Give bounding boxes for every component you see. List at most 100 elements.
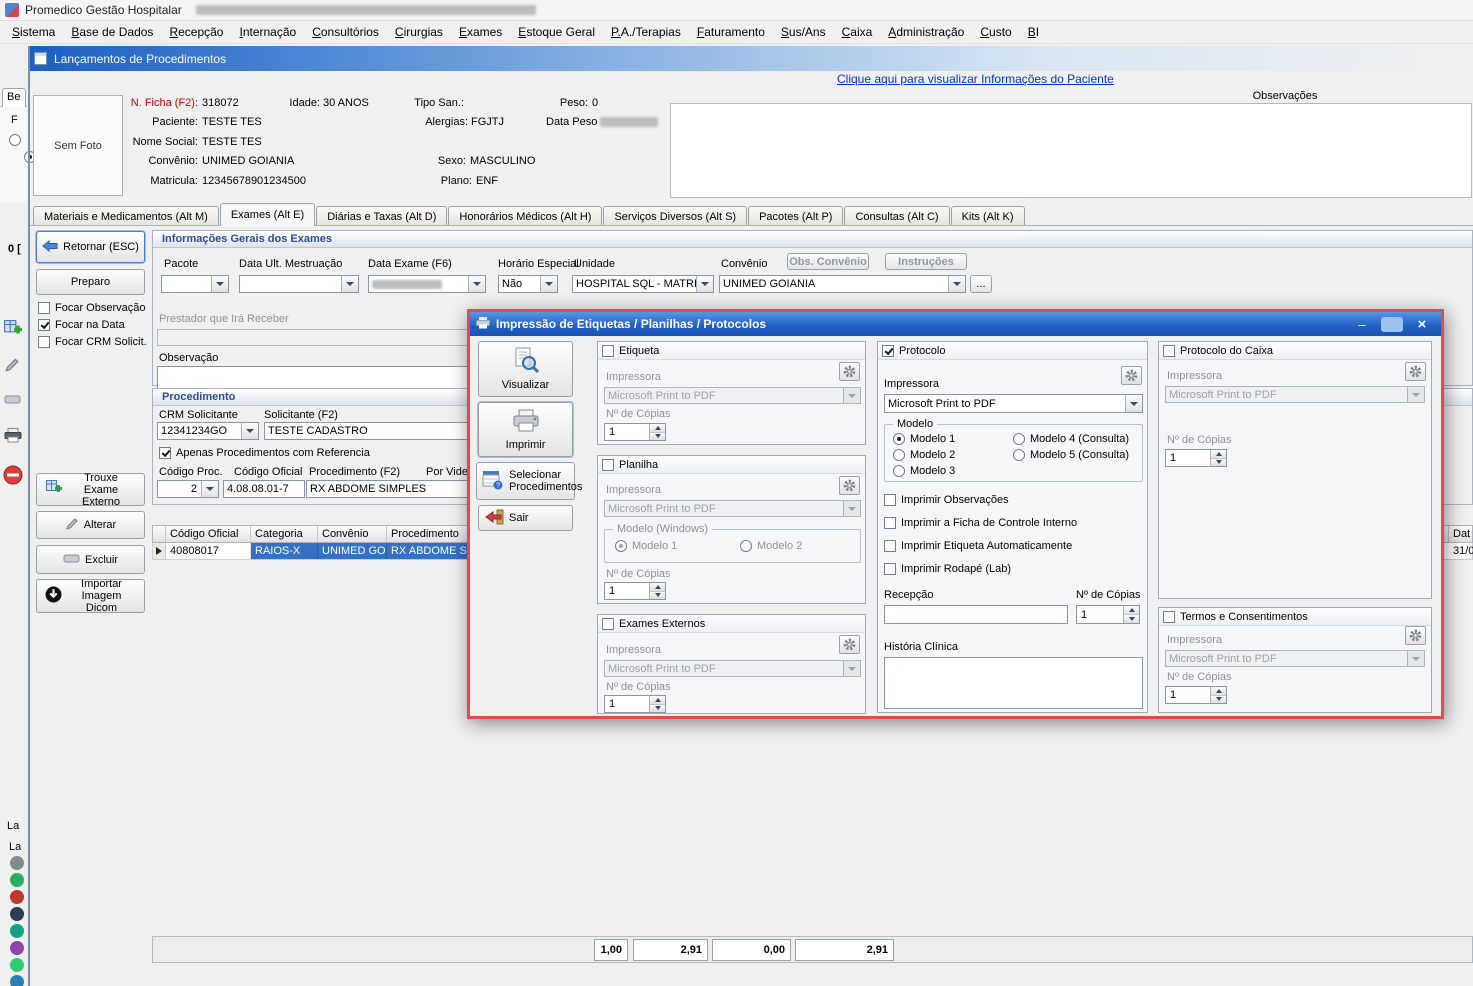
menu-item-caixa[interactable]: Caixa [834,21,881,43]
minimize-icon[interactable]: – [1349,315,1375,333]
codigo-proc-combo[interactable]: 2 [157,480,219,498]
termos-copies-spinner[interactable]: 1 [1165,686,1227,704]
termos-checkbox[interactable] [1163,611,1175,623]
close-icon[interactable]: × [1409,315,1435,333]
pencil-icon[interactable] [4,357,24,377]
planilha-modelo-1-radio[interactable]: Modelo 1 [615,540,677,552]
menu-item-consultorios[interactable]: Consultórios [304,21,387,43]
protocolo-caixa-checkbox[interactable] [1163,345,1175,357]
exames-externos-printer-combo[interactable]: Microsoft Print to PDF [604,660,861,677]
excluir-button[interactable]: Excluir [36,545,145,574]
data-exame-combo[interactable] [368,275,486,293]
protocolo-modelo-3-radio[interactable]: Modelo 3 [893,465,955,477]
tab-exames[interactable]: Exames (Alt E) [220,203,315,226]
recepcao-input[interactable] [884,605,1068,624]
protocolo-checkbox[interactable] [882,345,894,357]
planilha-copies-spinner[interactable]: 1 [604,582,666,600]
protocolo-copies-spinner[interactable]: 1 [1076,605,1140,624]
grid-header-convenio[interactable]: Convênio [318,526,387,542]
trouxe-exame-button[interactable]: Trouxe Exame Externo [36,473,145,506]
convenio-combo[interactable]: UNIMED GOIANIA [719,275,966,293]
grid-header-categoria[interactable]: Categoria [251,526,318,542]
tab-consultas[interactable]: Consultas (Alt C) [844,206,949,226]
protocolo-modelo-4-radio[interactable]: Modelo 4 (Consulta) [1013,433,1129,445]
retornar-button[interactable]: Retornar (ESC) [36,231,145,263]
pacote-combo[interactable] [161,275,229,293]
menu-item-base-de-dados[interactable]: Base de Dados [63,21,161,43]
obs-convenio-button[interactable]: Obs. Convênio [787,253,869,270]
gear-icon[interactable] [839,476,860,495]
tab-materiais-e-medicamentos[interactable]: Materiais e Medicamentos (Alt M) [33,206,219,226]
preparo-button[interactable]: Preparo [36,269,145,295]
background-app-icon-6[interactable] [10,941,24,955]
protocolo-modelo-5-radio[interactable]: Modelo 5 (Consulta) [1013,449,1129,461]
visualizar-button[interactable]: Visualizar [478,341,573,397]
gear-icon[interactable] [1121,366,1142,385]
observacoes-box[interactable] [670,103,1472,198]
protocolo-modelo-2-radio[interactable]: Modelo 2 [893,449,955,461]
selecionar-procedimentos-button[interactable]: ? Selecionar Procedimentos [476,462,575,500]
grid-header-data[interactable]: Dat [1449,526,1473,542]
tab-diarias-e-taxas[interactable]: Diárias e Taxas (Alt D) [316,206,447,226]
menu-item-sus-ans[interactable]: Sus/Ans [773,21,834,43]
background-app-icon-5[interactable] [10,924,24,938]
tab-honorarios-medicos[interactable]: Honorários Médicos (Alt H) [448,206,602,226]
importar-dicom-button[interactable]: Importar Imagem Dicom [36,579,145,613]
planilha-modelo-2-radio[interactable]: Modelo 2 [740,540,802,552]
imprimir-ficha-checkbox[interactable]: Imprimir a Ficha de Controle Interno [884,517,1077,529]
menu-item-administracao[interactable]: Administração [880,21,972,43]
background-app-icon-4[interactable] [10,907,24,921]
menu-item-custo[interactable]: Custo [972,21,1019,43]
record-icon[interactable] [2,464,22,484]
imprimir-button[interactable]: Imprimir [478,402,573,457]
menu-item-estoque-geral[interactable]: Estoque Geral [510,21,603,43]
background-app-icon-1[interactable] [10,856,24,870]
planilha-checkbox[interactable] [602,459,614,471]
unidade-combo[interactable]: HOSPITAL SQL - MATRIZ [572,275,714,293]
gear-icon[interactable] [1405,362,1426,381]
instrucoes-button[interactable]: Instruções [885,253,967,270]
eraser-icon[interactable] [4,394,24,414]
printer-small-icon[interactable] [4,428,24,448]
focar-crm-checkbox[interactable]: Focar CRM Solicit. [38,336,147,348]
protocolo-caixa-copies-spinner[interactable]: 1 [1165,449,1227,467]
maximize-icon[interactable] [1381,317,1403,332]
add-icon[interactable] [4,320,24,340]
alterar-button[interactable]: Alterar [36,511,145,539]
menu-item-exames[interactable]: Exames [451,21,510,43]
data-ult-mestruacao-combo[interactable] [239,275,359,293]
gear-icon[interactable] [839,362,860,381]
cell-convenio[interactable]: UNIMED GOI [318,543,387,559]
imprimir-observacoes-checkbox[interactable]: Imprimir Observações [884,494,1009,506]
dialog-titlebar[interactable]: Impressão de Etiquetas / Planilhas / Pro… [470,312,1441,336]
etiqueta-checkbox[interactable] [602,345,614,357]
focar-observacao-checkbox[interactable]: Focar Observação [38,302,145,314]
referencia-checkbox[interactable]: Apenas Procedimentos com Referencia [159,447,370,459]
horario-especial-combo[interactable]: Não [498,275,558,293]
etiqueta-copies-spinner[interactable]: 1 [604,423,666,441]
menu-item-recepcao[interactable]: Recepção [161,21,231,43]
menu-item-pa-terapias[interactable]: P.A./Terapias [603,21,689,43]
tab-servicos-diversos[interactable]: Serviços Diversos (Alt S) [603,206,747,226]
menu-item-sistema[interactable]: Sistema [4,21,63,43]
background-app-icon-3[interactable] [10,890,24,904]
protocolo-modelo-1-radio[interactable]: Modelo 1 [893,433,955,445]
exames-externos-copies-spinner[interactable]: 1 [604,695,666,713]
sair-button[interactable]: Sair [478,505,573,531]
focar-na-data-checkbox[interactable]: Focar na Data [38,319,125,331]
menu-item-bi[interactable]: BI [1020,21,1047,43]
background-app-icon-8[interactable] [10,975,24,986]
tab-kits[interactable]: Kits (Alt K) [951,206,1025,226]
gear-icon[interactable] [839,635,860,654]
protocolo-caixa-printer-combo[interactable]: Microsoft Print to PDF [1165,386,1425,403]
cell-codigo-oficial[interactable]: 40808017 [166,543,251,559]
grid-header-codigo-oficial[interactable]: Código Oficial [166,526,251,542]
imprimir-etiqueta-auto-checkbox[interactable]: Imprimir Etiqueta Automaticamente [884,540,1072,552]
menu-item-faturamento[interactable]: Faturamento [689,21,773,43]
background-radio-1[interactable] [9,134,21,146]
background-app-icon-2[interactable] [10,873,24,887]
etiqueta-printer-combo[interactable]: Microsoft Print to PDF [604,387,861,404]
codigo-oficial-input[interactable]: 4.08.08.01-7 [223,480,305,498]
patient-info-link[interactable]: Clique aqui para visualizar Informações … [837,72,1114,86]
tab-pacotes[interactable]: Pacotes (Alt P) [748,206,843,226]
